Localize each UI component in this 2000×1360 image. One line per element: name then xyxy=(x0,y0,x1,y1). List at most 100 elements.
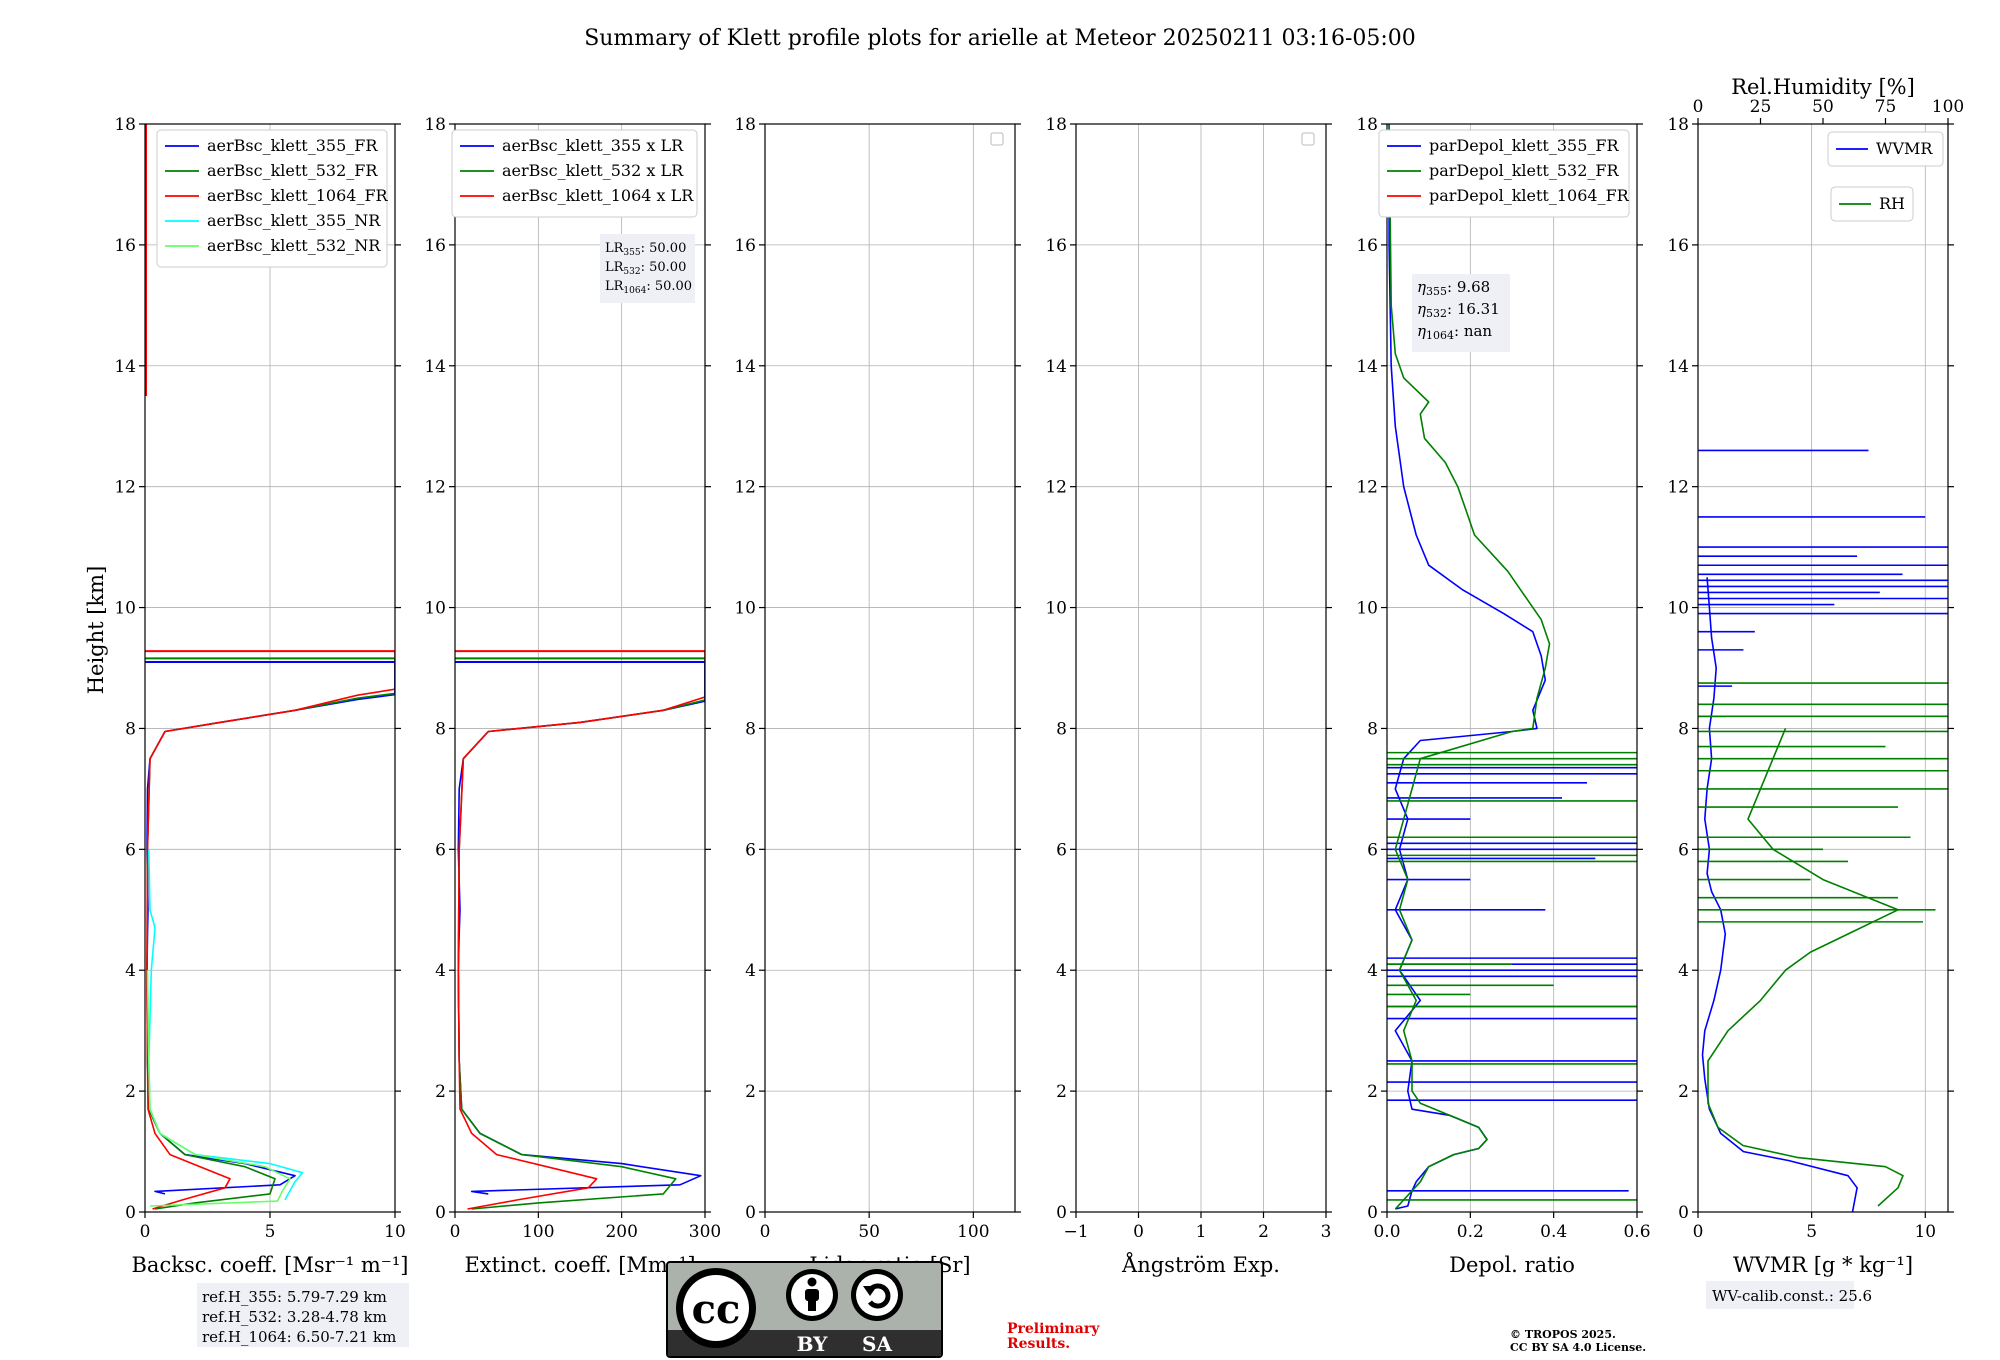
x-axis-label: WVMR [g * kg⁻¹] xyxy=(1733,1253,1913,1277)
top-tick-label: 25 xyxy=(1750,97,1772,117)
preliminary-line-1: Preliminary xyxy=(1007,1321,1100,1337)
annotation-line: LR532: 50.00 xyxy=(605,260,686,277)
y-tick-label: 14 xyxy=(734,357,756,377)
x-tick-label: 0 xyxy=(1693,1222,1704,1242)
x-tick-label: 300 xyxy=(689,1222,721,1242)
top-tick-label: 0 xyxy=(1693,97,1704,117)
x-tick-label: 0.6 xyxy=(1623,1222,1650,1242)
y-tick-label: 18 xyxy=(424,115,446,135)
panel-frame xyxy=(764,123,1016,1213)
y-tick-label: 16 xyxy=(1667,236,1689,256)
legend-label: aerBsc_klett_1064 x LR xyxy=(502,186,694,205)
legend-label: parDepol_klett_532_FR xyxy=(1429,161,1620,180)
x-tick-label: 5 xyxy=(1806,1222,1817,1242)
x-tick-label: 100 xyxy=(957,1222,989,1242)
y-tick-label: 0 xyxy=(1367,1203,1378,1223)
y-tick-label: 10 xyxy=(1356,599,1378,619)
x-tick-label: 50 xyxy=(858,1222,880,1242)
preliminary-line-2: Results. xyxy=(1007,1336,1070,1352)
panel-frame xyxy=(1697,123,1949,1213)
y-tick-label: 6 xyxy=(435,840,446,860)
y-tick-label: 2 xyxy=(435,1082,446,1102)
y-tick-label: 0 xyxy=(1678,1203,1689,1223)
y-tick-label: 16 xyxy=(114,236,136,256)
y-tick-label: 6 xyxy=(745,840,756,860)
y-tick-label: 18 xyxy=(1356,115,1378,135)
y-tick-label: 10 xyxy=(734,599,756,619)
top-tick-label: 100 xyxy=(1932,97,1964,117)
series-line-1 xyxy=(457,700,705,1195)
ref-heights-box: ref.H_355: 5.79-7.29 km ref.H_532: 3.28-… xyxy=(197,1283,409,1347)
x-tick-label: 0 xyxy=(1133,1222,1144,1242)
y-tick-label: 8 xyxy=(745,719,756,739)
y-tick-label: 18 xyxy=(1045,115,1067,135)
y-tick-label: 12 xyxy=(1045,478,1067,498)
legend-label: aerBsc_klett_355_FR xyxy=(207,136,378,155)
y-tick-label: 6 xyxy=(125,840,136,860)
y-tick-label: 14 xyxy=(424,357,446,377)
y-tick-label: 0 xyxy=(435,1203,446,1223)
panel-lidar-ratio: 050100024681012141618Lidar ratio [Sr] xyxy=(734,115,1021,1277)
y-tick-label: 16 xyxy=(1356,236,1378,256)
y-tick-label: 18 xyxy=(114,115,136,135)
series-line-3 xyxy=(457,696,705,1210)
panel-extinction: 0 100 200 300 0 2 4 6 8 10 12 14 16 18 Extinct. coeff.… xyxy=(424,115,721,1277)
ref-height-355: ref.H_355: 5.79-7.29 km xyxy=(202,1288,387,1306)
legend-label: RH xyxy=(1879,194,1905,213)
license-badge: cc BY SA xyxy=(666,1261,943,1358)
cc-logo-icon: cc xyxy=(676,1268,756,1348)
legend-label: aerBsc_klett_355 x LR xyxy=(502,136,684,155)
y-tick-label: 10 xyxy=(1045,599,1067,619)
panel-angstrom: −1 0 1 2 3024681012141618Ångström Exp. xyxy=(1045,115,1332,1277)
series-line-1 xyxy=(1701,577,1858,1212)
badge-by-label: BY xyxy=(797,1332,829,1356)
y-tick-label: 6 xyxy=(1056,840,1067,860)
legend-label: WVMR xyxy=(1876,139,1933,158)
x-tick-label: 3 xyxy=(1321,1222,1332,1242)
series-line-1 xyxy=(146,693,395,1195)
y-tick-label: 8 xyxy=(435,719,446,739)
top-tick-label: 75 xyxy=(1875,97,1897,117)
x-tick-label: 1 xyxy=(1196,1222,1207,1242)
y-tick-label: 8 xyxy=(125,719,136,739)
y-tick-label: 4 xyxy=(1367,961,1378,981)
x-tick-label: 0.0 xyxy=(1373,1222,1400,1242)
panel-backscatter: 0 5 10 0 2 4 6 8 10 12 14 16 18 Backsc. coeff. [Msr⁻¹… xyxy=(114,115,408,1277)
copyright-line-1: © TROPOS 2025. xyxy=(1510,1328,1616,1341)
y-tick-label: 4 xyxy=(435,961,446,981)
share-alike-icon xyxy=(851,1269,903,1321)
y-tick-label: 12 xyxy=(114,478,136,498)
ref-height-1064: ref.H_1064: 6.50-7.21 km xyxy=(202,1328,396,1346)
legend-label: aerBsc_klett_532 x LR xyxy=(502,161,684,180)
y-tick-label: 6 xyxy=(1678,840,1689,860)
y-tick-label: 12 xyxy=(424,478,446,498)
y-axis-label: Height [km] xyxy=(84,566,108,695)
x-tick-label: −1 xyxy=(1063,1222,1088,1242)
x-axis-label: Depol. ratio xyxy=(1449,1253,1575,1277)
x-tick-label: 0.2 xyxy=(1457,1222,1484,1242)
x-tick-label: 200 xyxy=(605,1222,637,1242)
y-tick-label: 4 xyxy=(745,961,756,981)
x-tick-label: 0 xyxy=(140,1222,151,1242)
panel-depol: 0.0 0.2 0.4 0.6 0 2 4 6 8 10 12 14 16 18 Depol. ratio p… xyxy=(1356,115,1650,1277)
x-axis-label: Extinct. coeff. [Mm⁻¹] xyxy=(464,1253,695,1277)
x-tick-label: 5 xyxy=(265,1222,276,1242)
series-line-2 xyxy=(146,692,395,1210)
y-tick-label: 14 xyxy=(1045,357,1067,377)
y-tick-label: 8 xyxy=(1056,719,1067,739)
y-tick-label: 14 xyxy=(1667,357,1689,377)
y-tick-label: 2 xyxy=(125,1082,136,1102)
ref-height-532: ref.H_532: 3.28-4.78 km xyxy=(202,1308,387,1326)
legend-label: aerBsc_klett_1064_FR xyxy=(207,186,389,205)
series-line-4 xyxy=(148,849,304,1201)
cc-logo-letters: cc xyxy=(692,1286,741,1333)
series-line-5 xyxy=(146,970,291,1207)
wv-calib-box: WV-calib.const.: 25.6 xyxy=(1706,1281,1872,1309)
y-tick-label: 12 xyxy=(734,478,756,498)
y-tick-label: 2 xyxy=(745,1082,756,1102)
y-tick-label: 16 xyxy=(734,236,756,256)
x-tick-label: 0 xyxy=(450,1222,461,1242)
x-tick-label: 10 xyxy=(1914,1222,1936,1242)
legend-empty-box xyxy=(1301,132,1315,146)
y-tick-label: 16 xyxy=(1045,236,1067,256)
